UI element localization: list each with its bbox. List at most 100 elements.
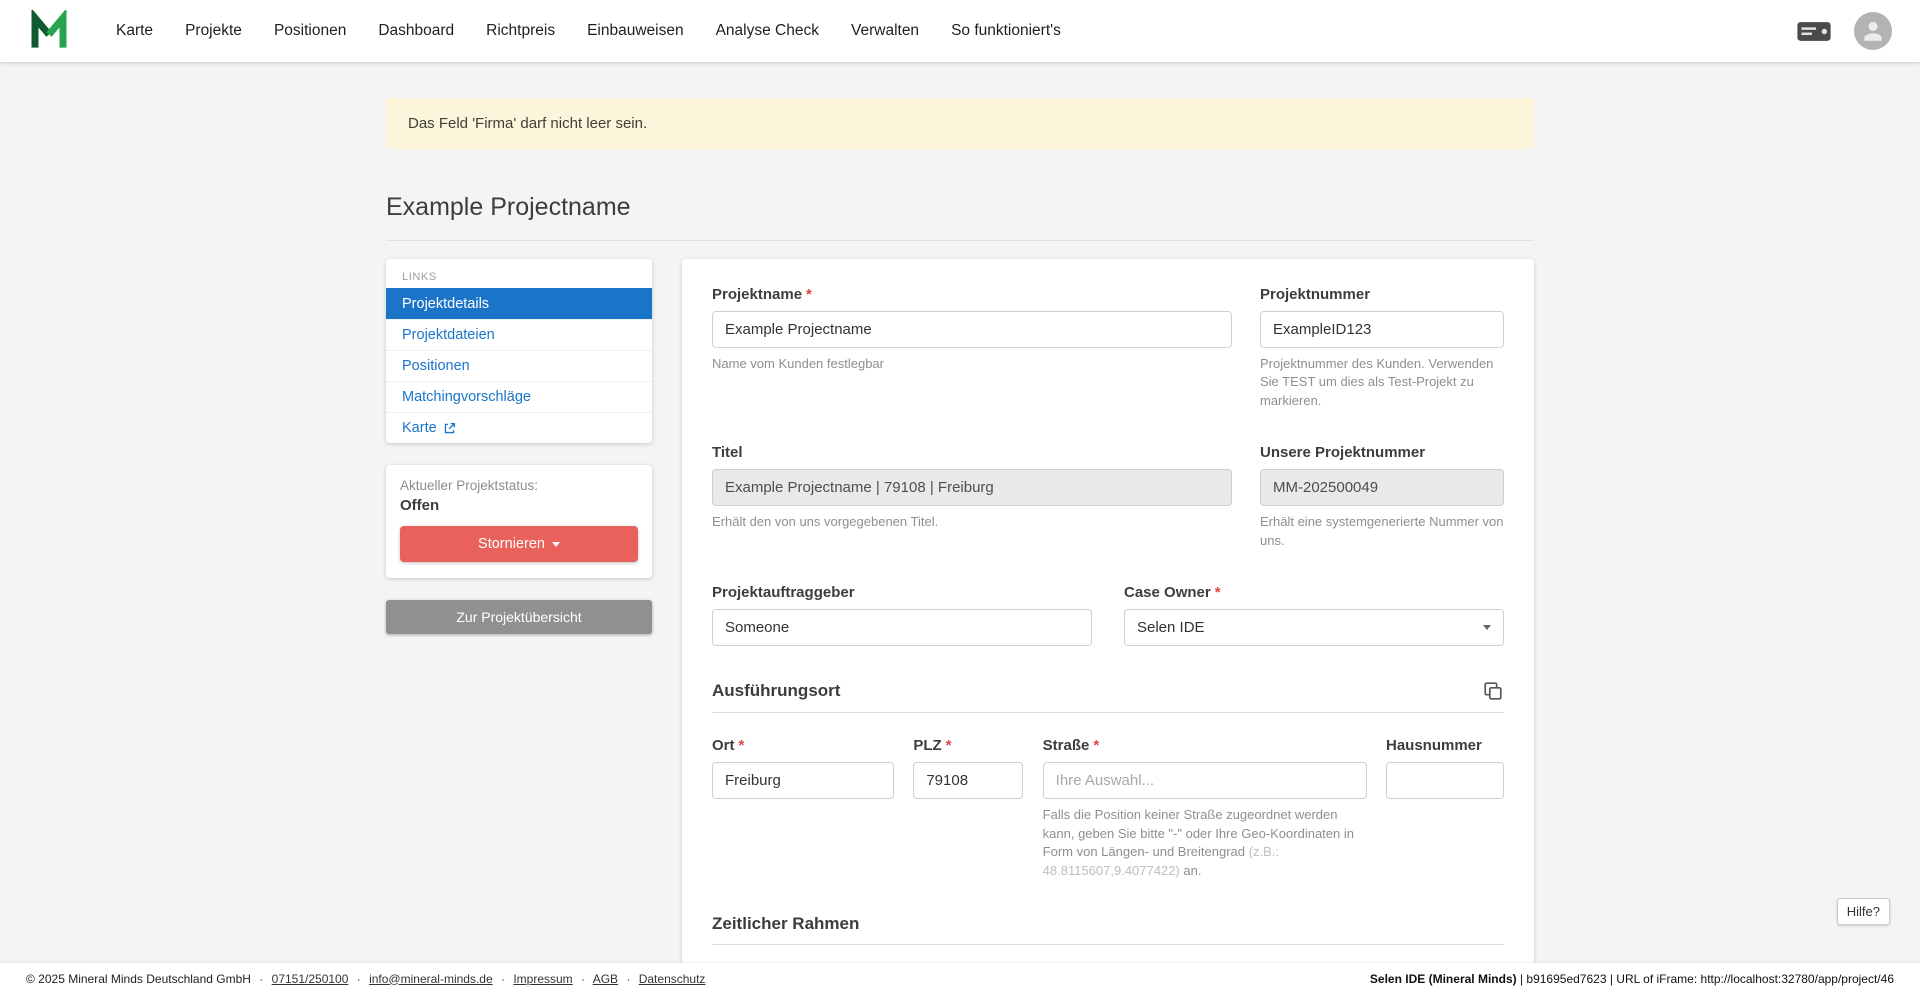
links-card-header: LINKS xyxy=(386,259,652,288)
sidebar-item-projektdetails[interactable]: Projektdetails xyxy=(386,288,652,319)
sidebar-item-label: Projektdetails xyxy=(402,296,489,312)
project-form-card: Projektname * Name vom Kunden festlegbar… xyxy=(682,259,1534,994)
hausnummer-label: Hausnummer xyxy=(1386,737,1482,754)
sidebar-item-positionen[interactable]: Positionen xyxy=(386,350,652,381)
sidebar-item-label: Projektdateien xyxy=(402,327,495,343)
nav-item-positionen[interactable]: Positionen xyxy=(258,0,362,62)
mineral-minds-logo[interactable] xyxy=(28,10,70,52)
sidebar-item-label: Karte xyxy=(402,420,437,436)
left-sidebar: LINKS Projektdetails Projektdateien Posi… xyxy=(386,259,652,634)
nav-item-richtpreis[interactable]: Richtpreis xyxy=(470,0,571,62)
nav-item-so-funktionierts[interactable]: So funktioniert's xyxy=(935,0,1077,62)
back-to-projects-button[interactable]: Zur Projektübersicht xyxy=(386,600,652,634)
footer-separator: · xyxy=(259,972,263,986)
case-owner-label: Case Owner xyxy=(1124,584,1211,601)
nav-item-projekte[interactable]: Projekte xyxy=(169,0,258,62)
sidebar-item-projektdateien[interactable]: Projektdateien xyxy=(386,319,652,350)
footer-copyright: © 2025 Mineral Minds Deutschland GmbH xyxy=(26,972,251,986)
stornieren-button[interactable]: Stornieren xyxy=(400,526,638,562)
top-navbar: Karte Projekte Positionen Dashboard Rich… xyxy=(0,0,1920,62)
sidebar-item-matchingvorschlaege[interactable]: Matchingvorschläge xyxy=(386,381,652,412)
footer-meta: | b91695ed7623 | URL of iFrame: http://l… xyxy=(1517,972,1894,986)
title-divider xyxy=(386,240,1534,241)
projektauftraggeber-input[interactable] xyxy=(712,609,1092,646)
stornieren-button-label: Stornieren xyxy=(478,536,545,552)
unsere-projektnummer-helper: Erhält eine systemgenerierte Nummer von … xyxy=(1260,513,1504,550)
sidebar-item-karte[interactable]: Karte xyxy=(386,412,652,443)
plz-label: PLZ xyxy=(913,737,941,754)
links-card: LINKS Projektdetails Projektdateien Posi… xyxy=(386,259,652,443)
case-owner-selected-value: Selen IDE xyxy=(1137,619,1205,636)
field-plz: PLZ * xyxy=(913,737,1023,880)
field-projektauftraggeber: Projektauftraggeber xyxy=(712,584,1092,646)
field-strasse: Straße * Falls die Position keiner Straß… xyxy=(1043,737,1367,880)
nav-item-dashboard[interactable]: Dashboard xyxy=(362,0,470,62)
case-owner-select[interactable]: Selen IDE xyxy=(1124,609,1504,646)
chevron-down-icon xyxy=(1483,625,1491,630)
nav-item-karte[interactable]: Karte xyxy=(100,0,169,62)
logo-m-icon xyxy=(28,10,70,52)
navbar-right-section xyxy=(1796,12,1892,50)
nav-item-analyse-check[interactable]: Analyse Check xyxy=(700,0,835,62)
unsere-projektnummer-input xyxy=(1260,469,1504,506)
required-asterisk: * xyxy=(739,737,745,754)
status-card: Aktueller Projektstatus: Offen Storniere… xyxy=(386,465,652,578)
sidebar-item-label: Matchingvorschläge xyxy=(402,389,531,405)
section-title-ausfuehrungsort: Ausführungsort xyxy=(712,681,840,701)
projektname-input[interactable] xyxy=(712,311,1232,348)
projektname-label: Projektname xyxy=(712,286,802,303)
titel-label: Titel xyxy=(712,444,743,461)
page-title: Example Projectname xyxy=(386,193,1534,222)
footer-link-impressum[interactable]: Impressum xyxy=(513,972,572,986)
caret-down-icon xyxy=(552,542,560,547)
plz-input[interactable] xyxy=(913,762,1023,799)
footer-link-agb[interactable]: AGB xyxy=(593,972,618,986)
server-icon[interactable] xyxy=(1796,18,1832,45)
status-label: Aktueller Projektstatus: xyxy=(400,478,638,493)
required-asterisk: * xyxy=(806,286,812,303)
footer-link-datenschutz[interactable]: Datenschutz xyxy=(639,972,706,986)
alert-banner: Das Feld 'Firma' darf nicht leer sein. xyxy=(386,98,1534,149)
projektname-helper: Name vom Kunden festlegbar xyxy=(712,355,1232,373)
footer-separator: · xyxy=(626,972,630,986)
field-ort: Ort * xyxy=(712,737,894,880)
user-avatar[interactable] xyxy=(1854,12,1892,50)
ort-label: Ort xyxy=(712,737,735,754)
footer-separator: · xyxy=(581,972,585,986)
ort-input[interactable] xyxy=(712,762,894,799)
section-divider xyxy=(712,944,1504,945)
footer-link-phone[interactable]: 07151/250100 xyxy=(272,972,349,986)
footer-separator: · xyxy=(501,972,505,986)
section-divider xyxy=(712,712,1504,713)
nav-item-verwalten[interactable]: Verwalten xyxy=(835,0,935,62)
nav-item-einbauweisen[interactable]: Einbauweisen xyxy=(571,0,700,62)
status-value: Offen xyxy=(400,497,638,514)
help-button[interactable]: Hilfe? xyxy=(1837,898,1890,925)
required-asterisk: * xyxy=(1093,737,1099,754)
titel-helper: Erhält den von uns vorgegebenen Titel. xyxy=(712,513,1232,531)
alert-message: Das Feld 'Firma' darf nicht leer sein. xyxy=(408,115,647,132)
projektauftraggeber-label: Projektauftraggeber xyxy=(712,584,855,601)
main-navigation: Karte Projekte Positionen Dashboard Rich… xyxy=(100,0,1077,62)
required-asterisk: * xyxy=(1215,584,1221,601)
sidebar-item-label: Positionen xyxy=(402,358,470,374)
external-link-icon xyxy=(443,422,456,435)
projektnummer-label: Projektnummer xyxy=(1260,286,1370,303)
footer-link-email[interactable]: info@mineral-minds.de xyxy=(369,972,493,986)
unsere-projektnummer-label: Unsere Projektnummer xyxy=(1260,444,1425,461)
required-asterisk: * xyxy=(946,737,952,754)
copy-address-button[interactable] xyxy=(1482,680,1504,702)
field-unsere-projektnummer: Unsere Projektnummer Erhält eine systemg… xyxy=(1260,444,1504,550)
hausnummer-input[interactable] xyxy=(1386,762,1504,799)
page: Karte Projekte Positionen Dashboard Rich… xyxy=(0,0,1920,994)
projektnummer-helper: Projektnummer des Kunden. Verwenden Sie … xyxy=(1260,355,1504,410)
titel-input xyxy=(712,469,1232,506)
strasse-input[interactable] xyxy=(1043,762,1367,799)
strasse-label: Straße xyxy=(1043,737,1090,754)
field-projektnummer: Projektnummer Projektnummer des Kunden. … xyxy=(1260,286,1504,410)
footer-right: Selen IDE (Mineral Minds) | b91695ed7623… xyxy=(1370,972,1894,986)
field-hausnummer: Hausnummer xyxy=(1386,737,1504,880)
copy-icon xyxy=(1482,680,1504,702)
projektnummer-input[interactable] xyxy=(1260,311,1504,348)
footer-left: © 2025 Mineral Minds Deutschland GmbH · … xyxy=(26,972,705,986)
